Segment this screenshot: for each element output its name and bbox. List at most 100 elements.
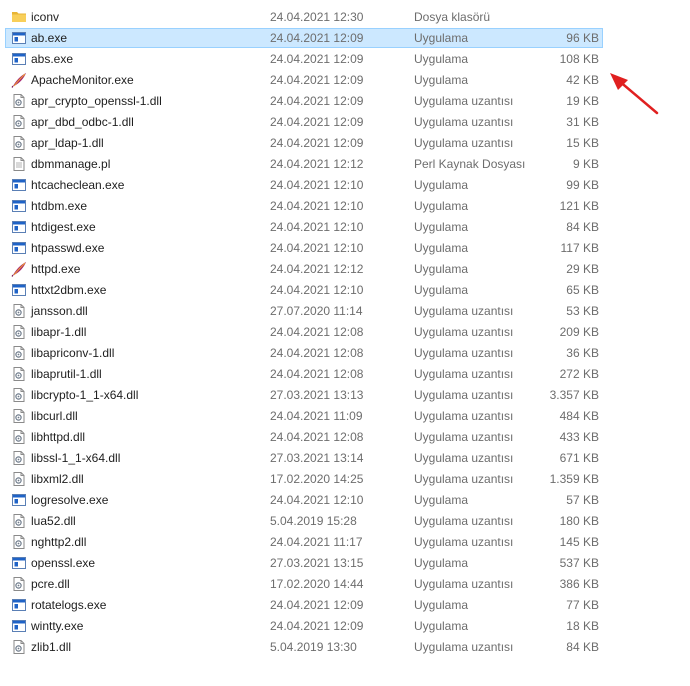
file-row[interactable]: libcurl.dll 24.04.2021 11:09 Uygulama uzan… [0, 406, 690, 427]
file-type: Uygulama uzantısı [414, 325, 514, 339]
app-icon [11, 219, 27, 235]
file-type: Uygulama [414, 199, 469, 213]
file-date-modified: 27.07.2020 11:14 [270, 304, 363, 318]
file-type: Uygulama uzantısı [414, 514, 514, 528]
file-row[interactable]: apr_ldap-1.dll 24.04.2021 12:09 Uygulama u… [0, 133, 690, 154]
file-date-modified: 24.04.2021 12:09 [270, 52, 364, 66]
file-row[interactable]: libssl-1_1-x64.dll 27.03.2021 13:14 Uygula… [0, 448, 690, 469]
file-row[interactable]: httpd.exe 24.04.2021 12:12 Uygulama 29 KB [0, 259, 690, 280]
file-date-modified: 24.04.2021 12:10 [270, 178, 364, 192]
dll-icon [11, 471, 27, 487]
file-size: 65 KB [566, 283, 599, 297]
file-type: Uygulama [414, 241, 469, 255]
file-name: libxml2.dll [31, 472, 84, 486]
file-row[interactable]: htdigest.exe 24.04.2021 12:10 Uygulama 84 K… [0, 217, 690, 238]
file-date-modified: 24.04.2021 12:08 [270, 430, 364, 444]
file-row[interactable]: logresolve.exe 24.04.2021 12:10 Uygulama 57… [0, 490, 690, 511]
file-row[interactable]: nghttp2.dll 24.04.2021 11:17 Uygulama uzan… [0, 532, 690, 553]
file-size: 42 KB [566, 73, 599, 87]
file-name: libcrypto-1_1-x64.dll [31, 388, 139, 402]
file-date-modified: 24.04.2021 11:17 [270, 535, 363, 549]
file-date-modified: 24.04.2021 12:09 [270, 598, 364, 612]
file-name: iconv [31, 10, 60, 24]
dll-icon [11, 93, 27, 109]
file-row[interactable]: zlib1.dll 5.04.2019 13:30 Uygulama uzantıs… [0, 637, 690, 658]
file-size: 671 KB [559, 451, 599, 465]
file-date-modified: 24.04.2021 12:30 [270, 10, 364, 24]
app-icon [11, 51, 27, 67]
file-date-modified: 17.02.2020 14:25 [270, 472, 364, 486]
file-name: libapriconv-1.dll [31, 346, 115, 360]
file-date-modified: 24.04.2021 12:12 [270, 262, 364, 276]
file-row[interactable]: htdbm.exe 24.04.2021 12:10 Uygulama 121 KB [0, 196, 690, 217]
file-row[interactable]: libapriconv-1.dll 24.04.2021 12:08 Uygulam… [0, 343, 690, 364]
file-type: Uygulama [414, 556, 469, 570]
file-row[interactable]: openssl.exe 27.03.2021 13:15 Uygulama 537 K… [0, 553, 690, 574]
file-size: 145 KB [559, 535, 599, 549]
file-date-modified: 17.02.2020 14:44 [270, 577, 364, 591]
file-date-modified: 27.03.2021 13:14 [270, 451, 364, 465]
file-type: Uygulama uzantısı [414, 136, 514, 150]
file-row[interactable]: htcacheclean.exe 24.04.2021 12:10 Uygulama… [0, 175, 690, 196]
file-type: Uygulama [414, 31, 469, 45]
file-row[interactable]: htpasswd.exe 24.04.2021 12:10 Uygulama 117 … [0, 238, 690, 259]
file-name: apr_ldap-1.dll [31, 136, 104, 150]
file-name: openssl.exe [31, 556, 96, 570]
file-name: ab.exe [31, 31, 68, 45]
dll-icon [11, 303, 27, 319]
dll-icon [11, 114, 27, 130]
file-name: jansson.dll [31, 304, 88, 318]
file-size: 57 KB [566, 493, 599, 507]
app-icon [11, 618, 27, 634]
file-name: httxt2dbm.exe [31, 283, 107, 297]
file-date-modified: 24.04.2021 12:09 [270, 115, 364, 129]
file-name: htdigest.exe [31, 220, 96, 234]
file-row[interactable]: libhttpd.dll 24.04.2021 12:08 Uygulama uza… [0, 427, 690, 448]
file-date-modified: 24.04.2021 12:09 [270, 31, 364, 45]
file-type: Uygulama uzantısı [414, 409, 514, 423]
file-row[interactable]: pcre.dll 17.02.2020 14:44 Uygulama uzantıs… [0, 574, 690, 595]
file-type: Uygulama uzantısı [414, 472, 514, 486]
dll-icon [11, 408, 27, 424]
file-name: apr_dbd_odbc-1.dll [31, 115, 134, 129]
file-row[interactable]: libaprutil-1.dll 24.04.2021 12:08 Uygulama… [0, 364, 690, 385]
file-row[interactable]: ab.exe 24.04.2021 12:09 Uygulama 96 KB [0, 28, 690, 49]
file-size: 96 KB [566, 31, 599, 45]
file-type: Uygulama [414, 73, 469, 87]
file-size: 19 KB [566, 94, 599, 108]
file-type: Uygulama [414, 220, 469, 234]
file-row[interactable]: ApacheMonitor.exe 24.04.2021 12:09 Uygulam… [0, 70, 690, 91]
file-date-modified: 24.04.2021 12:10 [270, 493, 364, 507]
file-row[interactable]: httxt2dbm.exe 24.04.2021 12:10 Uygulama 65 … [0, 280, 690, 301]
file-row[interactable]: iconv 24.04.2021 12:30 Dosya klasörü [0, 7, 690, 28]
file-row[interactable]: wintty.exe 24.04.2021 12:09 Uygulama 18 KB [0, 616, 690, 637]
file-name: ApacheMonitor.exe [31, 73, 134, 87]
app-icon [11, 282, 27, 298]
file-type: Dosya klasörü [414, 10, 491, 24]
file-date-modified: 27.03.2021 13:13 [270, 388, 364, 402]
file-list: iconv 24.04.2021 12:30 Dosya klasörü ab.ex… [0, 7, 690, 658]
file-type: Uygulama uzantısı [414, 367, 514, 381]
file-row[interactable]: abs.exe 24.04.2021 12:09 Uygulama 108 KB [0, 49, 690, 70]
file-row[interactable]: rotatelogs.exe 24.04.2021 12:09 Uygulama 77… [0, 595, 690, 616]
file-row[interactable]: libcrypto-1_1-x64.dll 27.03.2021 13:13 Uyg… [0, 385, 690, 406]
file-date-modified: 24.04.2021 12:10 [270, 199, 364, 213]
file-name: abs.exe [31, 52, 74, 66]
file-row[interactable]: apr_crypto_openssl-1.dll 24.04.2021 12:09… [0, 91, 690, 112]
file-name: pcre.dll [31, 577, 70, 591]
file-name: lua52.dll [31, 514, 76, 528]
file-name: nghttp2.dll [31, 535, 87, 549]
file-row[interactable]: dbmmanage.pl 24.04.2021 12:12 Perl Kaynak … [0, 154, 690, 175]
file-size: 36 KB [566, 346, 599, 360]
file-size: 209 KB [559, 325, 599, 339]
file-row[interactable]: apr_dbd_odbc-1.dll 24.04.2021 12:09 Uygula… [0, 112, 690, 133]
file-row[interactable]: jansson.dll 27.07.2020 11:14 Uygulama uzan… [0, 301, 690, 322]
dll-icon [11, 135, 27, 151]
file-size: 84 KB [566, 220, 599, 234]
file-row[interactable]: libapr-1.dll 24.04.2021 12:08 Uygulama uza… [0, 322, 690, 343]
file-row[interactable]: lua52.dll 5.04.2019 15:28 Uygulama uzantıs… [0, 511, 690, 532]
file-name: libapr-1.dll [31, 325, 87, 339]
file-type: Uygulama [414, 619, 469, 633]
file-row[interactable]: libxml2.dll 17.02.2020 14:25 Uygulama uzan… [0, 469, 690, 490]
file-type: Uygulama [414, 178, 469, 192]
